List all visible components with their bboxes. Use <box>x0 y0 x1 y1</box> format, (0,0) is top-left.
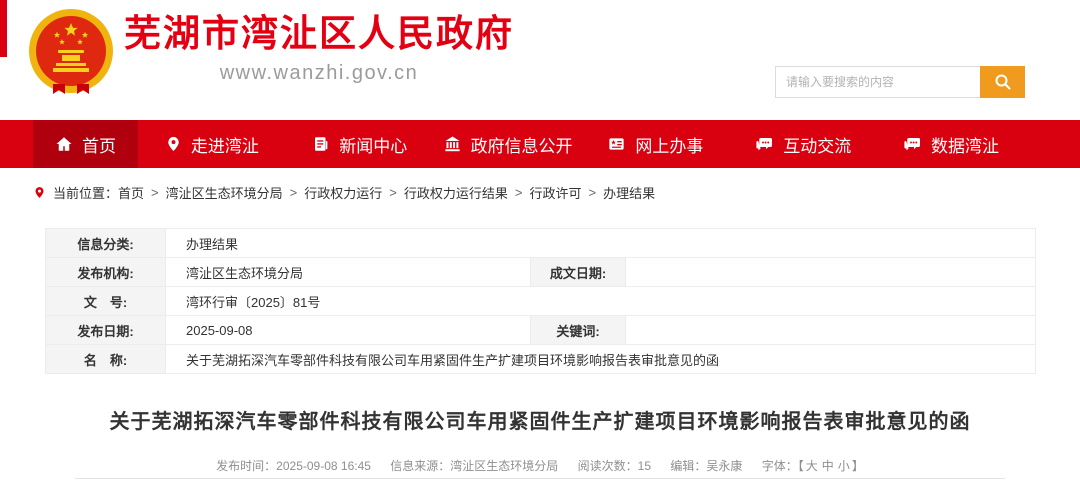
breadcrumb-separator: > <box>151 185 159 200</box>
nav-item-about[interactable]: 走进湾沚 <box>138 120 286 168</box>
breadcrumb-item-results[interactable]: 办理结果 <box>603 183 655 202</box>
source-value: 湾沚区生态环境分局 <box>450 459 559 473</box>
government-building-icon <box>443 135 462 153</box>
publish-time-value: 2025-09-08 16:45 <box>276 459 371 473</box>
breadcrumb-separator: > <box>588 185 597 200</box>
nav-item-interaction[interactable]: 互动交流 <box>729 120 877 168</box>
breadcrumb-item-home[interactable]: 首页 <box>118 183 144 202</box>
editor-label: 编辑： <box>670 459 707 473</box>
table-row: 发布日期: 2025-09-08 关键词: <box>45 315 1037 345</box>
info-category-value: 办理结果 <box>164 228 1037 258</box>
keywords-value <box>624 315 1037 345</box>
nav-item-gov-info[interactable]: 政府信息公开 <box>434 120 582 168</box>
written-date-value <box>624 257 1037 287</box>
breadcrumb: 当前位置： 首页 > 湾沚区生态环境分局 > 行政权力运行 > 行政权力运行结果… <box>33 183 655 202</box>
nav-label: 走进湾沚 <box>190 136 259 156</box>
decorative-red-strip <box>0 0 7 57</box>
content-divider <box>75 478 1005 479</box>
bracket: 【 <box>797 459 804 473</box>
main-navigation: 首页 走进湾沚 新闻中心 政府信息公开 网上办事 互动交流 数据湾沚 <box>0 120 1080 168</box>
editor-value: 吴永康 <box>706 459 743 473</box>
site-search <box>775 66 1025 98</box>
location-pin-icon <box>33 185 46 200</box>
doc-number-value: 湾环行审〔2025〕81号 <box>164 286 1037 316</box>
breadcrumb-item-bureau[interactable]: 湾沚区生态环境分局 <box>166 183 283 202</box>
breadcrumb-item-power-operation[interactable]: 行政权力运行 <box>304 183 382 202</box>
site-header: 芜湖市湾沚区人民政府 www.wanzhi.gov.cn <box>0 0 1080 120</box>
site-brand: 芜湖市湾沚区人民政府 www.wanzhi.gov.cn <box>124 13 514 85</box>
location-pin-icon <box>165 135 182 153</box>
nav-item-home[interactable]: 首页 <box>33 120 138 168</box>
nav-label: 数据湾沚 <box>931 136 1000 156</box>
info-category-label: 信息分类: <box>45 228 166 258</box>
page-title: 关于芜湖拓深汽车零部件科技有限公司车用紧固件生产扩建项目环境影响报告表审批意见的… <box>109 411 971 434</box>
nav-label: 首页 <box>82 136 116 156</box>
table-row: 名 称: 关于芜湖拓深汽车零部件科技有限公司车用紧固件生产扩建项目环境影响报告表… <box>45 344 1037 374</box>
service-card-icon <box>607 135 626 153</box>
search-button[interactable] <box>980 66 1025 98</box>
views-value: 15 <box>637 459 652 473</box>
nav-label: 互动交流 <box>783 136 852 156</box>
table-row: 文 号: 湾环行审〔2025〕81号 <box>45 286 1037 316</box>
publish-date-value: 2025-09-08 <box>165 315 531 345</box>
news-document-icon <box>312 135 330 153</box>
publish-date-label: 发布日期: <box>45 315 166 345</box>
nav-item-news[interactable]: 新闻中心 <box>286 120 434 168</box>
national-emblem-logo[interactable] <box>28 8 114 98</box>
publisher-value: 湾沚区生态环境分局 <box>165 257 531 287</box>
views-label: 阅读次数： <box>577 459 638 473</box>
keywords-label: 关键词: <box>530 315 626 345</box>
font-size-small-button[interactable]: 小 <box>838 459 850 473</box>
article-meta: 发布时间：2025-09-08 16:45 信息来源：湾沚区生态环境分局 阅读次… <box>0 457 1080 474</box>
nav-item-online-services[interactable]: 网上办事 <box>581 120 729 168</box>
publisher-label: 发布机构: <box>45 257 166 287</box>
font-size-medium-button[interactable]: 中 <box>822 459 834 473</box>
site-url: www.wanzhi.gov.cn <box>219 61 419 84</box>
table-row: 信息分类: 办理结果 <box>45 228 1037 258</box>
nav-label: 新闻中心 <box>339 136 408 156</box>
breadcrumb-separator: > <box>289 185 298 200</box>
breadcrumb-separator: > <box>389 185 397 200</box>
nav-label: 政府信息公开 <box>470 136 573 156</box>
font-size-large-button[interactable]: 大 <box>806 459 818 473</box>
breadcrumb-separator: > <box>514 185 523 200</box>
table-row: 发布机构: 湾沚区生态环境分局 成文日期: <box>45 257 1037 287</box>
home-icon <box>55 135 73 153</box>
bracket: 】 <box>851 459 864 473</box>
chat-bubbles-icon <box>755 135 774 153</box>
title-label: 名 称: <box>45 344 166 374</box>
document-info-table: 信息分类: 办理结果 发布机构: 湾沚区生态环境分局 成文日期: 文 号: 湾环… <box>45 228 1037 374</box>
breadcrumb-item-license[interactable]: 行政许可 <box>529 183 581 202</box>
site-title[interactable]: 芜湖市湾沚区人民政府 <box>124 13 514 55</box>
title-value: 关于芜湖拓深汽车零部件科技有限公司车用紧固件生产扩建项目环境影响报告表审批意见的… <box>164 344 1037 374</box>
search-input[interactable] <box>775 66 980 98</box>
nav-label: 网上办事 <box>635 136 704 156</box>
written-date-label: 成文日期: <box>530 257 626 287</box>
data-chat-icon <box>903 135 922 153</box>
breadcrumb-prefix: 当前位置： <box>53 186 119 201</box>
breadcrumb-item-power-results[interactable]: 行政权力运行结果 <box>404 183 508 202</box>
search-icon <box>994 73 1012 91</box>
nav-item-data[interactable]: 数据湾沚 <box>877 120 1025 168</box>
publish-time-label: 发布时间： <box>216 459 277 473</box>
font-size-label: 字体： <box>761 459 798 473</box>
source-label: 信息来源： <box>390 459 451 473</box>
doc-number-label: 文 号: <box>45 286 166 316</box>
